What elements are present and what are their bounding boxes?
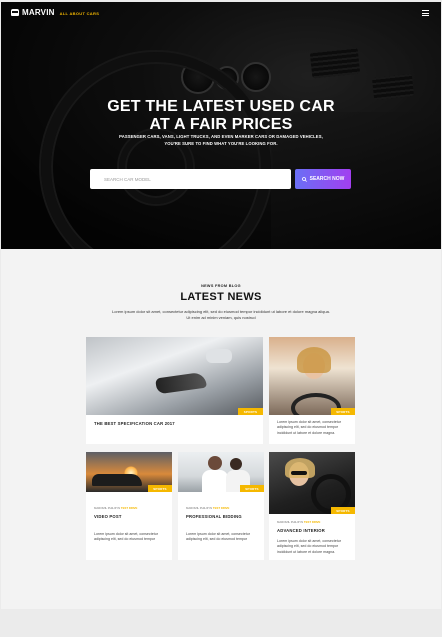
card-description: Lorem ipsum dolor sit amet, consectetur … bbox=[277, 539, 341, 555]
logo-name: MARVIN bbox=[22, 8, 55, 17]
card-title[interactable]: VIDEO POST bbox=[94, 514, 122, 519]
hero-subtitle-line: PASSENGER CARS, VANS, LIGHT TRUCKS, AND … bbox=[119, 134, 323, 139]
car-mirror-decor bbox=[206, 349, 232, 363]
browser-viewport: MARVIN ALL ABOUT CARS GET THE LATEST USE… bbox=[0, 0, 442, 637]
card-title[interactable]: ADVANCED INTERIOR bbox=[277, 528, 325, 533]
hero-section: MARVIN ALL ABOUT CARS GET THE LATEST USE… bbox=[1, 2, 441, 249]
category-badge[interactable]: SPORTS bbox=[331, 408, 355, 415]
card-category-link[interactable]: TEST DRIVE bbox=[304, 520, 320, 524]
car-headlight-decor bbox=[155, 371, 207, 395]
card-description: Lorem ipsum dolor sit amet, consectetur … bbox=[186, 532, 250, 543]
news-card-best-specification[interactable]: SPORTS THE BEST SPECIFICATION CAR 2017 bbox=[86, 337, 263, 444]
site-logo[interactable]: MARVIN ALL ABOUT CARS bbox=[11, 8, 99, 17]
search-button-label: SEARCH NOW bbox=[309, 176, 345, 182]
card-description-line: adipiscing elit, sed do eiusmod tempor bbox=[186, 537, 248, 542]
search-car-model-input[interactable] bbox=[90, 169, 291, 189]
news-card-woman-driving[interactable]: SPORTS Lorem ipsum dolor sit amet, conse… bbox=[269, 337, 355, 444]
woman-with-sunglasses-image bbox=[269, 452, 355, 514]
news-title: LATEST NEWS bbox=[180, 291, 262, 303]
category-badge[interactable]: SPORTS bbox=[331, 507, 355, 514]
white-car-image bbox=[86, 337, 263, 415]
news-card-advanced-interior[interactable]: SPORTS MAROMIL PHILIP IN TEST DRIVE ADVA… bbox=[269, 452, 355, 560]
woman-in-car-image bbox=[269, 337, 355, 415]
category-badge[interactable]: SPORTS bbox=[148, 485, 172, 492]
card-description: Lorem ipsum dolor sit amet, consectetur … bbox=[277, 420, 341, 436]
person-hair-decor bbox=[285, 458, 315, 478]
card-title[interactable]: PROFESSIONAL BIDDING bbox=[186, 514, 242, 519]
hero-title-line: GET THE LATEST USED CAR bbox=[107, 98, 335, 115]
top-navigation: MARVIN ALL ABOUT CARS bbox=[1, 2, 441, 24]
latest-news-section: NEWS FROM BLOG LATEST NEWS Lorem ipsum d… bbox=[1, 249, 441, 609]
car-logo-icon bbox=[11, 9, 19, 16]
card-meta: MAROMIL PHILIP IN TEST DRIVE bbox=[186, 506, 229, 510]
person-decor bbox=[208, 456, 222, 470]
hamburger-menu-icon[interactable] bbox=[422, 10, 429, 16]
category-badge[interactable]: SPORTS bbox=[238, 408, 263, 415]
news-description-line: Ut enim ad minim veniam, quis nostrud bbox=[186, 315, 256, 320]
person-hair-decor bbox=[297, 347, 331, 373]
hero-title: GET THE LATEST USED CAR AT A FAIR PRICES bbox=[1, 98, 441, 134]
person-decor bbox=[230, 458, 242, 470]
card-meta: MAROMIL PHILIP IN TEST DRIVE bbox=[277, 520, 320, 524]
car-silhouette-decor bbox=[92, 474, 142, 486]
hero-title-line: AT A FAIR PRICES bbox=[149, 116, 293, 133]
card-description: Lorem ipsum dolor sit amet, consectetur … bbox=[94, 532, 158, 543]
card-author: MAROMIL PHILIP IN bbox=[94, 506, 121, 510]
website: MARVIN ALL ABOUT CARS GET THE LATEST USE… bbox=[1, 2, 441, 609]
news-kicker: NEWS FROM BLOG bbox=[201, 284, 241, 288]
hero-subtitle-line: YOU'RE SURE TO FIND WHAT YOU'RE LOOKING … bbox=[164, 141, 278, 146]
card-description-line: incididunt ut labore et dolore magna. bbox=[277, 430, 336, 435]
search-icon bbox=[301, 176, 307, 182]
card-description-line: adipiscing elit, sed do eiusmod tempor bbox=[94, 537, 156, 542]
card-author: MAROMIL PHILIP IN bbox=[186, 506, 213, 510]
news-card-video-post[interactable]: SPORTS MAROMIL PHILIP IN TEST DRIVE VIDE… bbox=[86, 452, 172, 560]
card-category-link[interactable]: TEST DRIVE bbox=[121, 506, 137, 510]
sunglasses-decor bbox=[291, 471, 307, 475]
category-badge[interactable]: SPORTS bbox=[240, 485, 264, 492]
card-category-link[interactable]: TEST DRIVE bbox=[213, 506, 229, 510]
card-meta: MAROMIL PHILIP IN TEST DRIVE bbox=[94, 506, 137, 510]
person-body-decor bbox=[202, 470, 228, 492]
hero-subtitle: PASSENGER CARS, VANS, LIGHT TRUCKS, AND … bbox=[1, 133, 441, 147]
news-card-professional-bidding[interactable]: SPORTS MAROMIL PHILIP IN TEST DRIVE PROF… bbox=[178, 452, 264, 560]
news-description: Lorem ipsum dolor sit amet, consectetur … bbox=[101, 309, 341, 321]
logo-tagline: ALL ABOUT CARS bbox=[59, 11, 100, 16]
search-now-button[interactable]: SEARCH NOW bbox=[295, 169, 351, 189]
card-author: MAROMIL PHILIP IN bbox=[277, 520, 304, 524]
card-title[interactable]: THE BEST SPECIFICATION CAR 2017 bbox=[94, 421, 175, 426]
card-description-line: incididunt ut labore et dolore magna. bbox=[277, 549, 336, 554]
